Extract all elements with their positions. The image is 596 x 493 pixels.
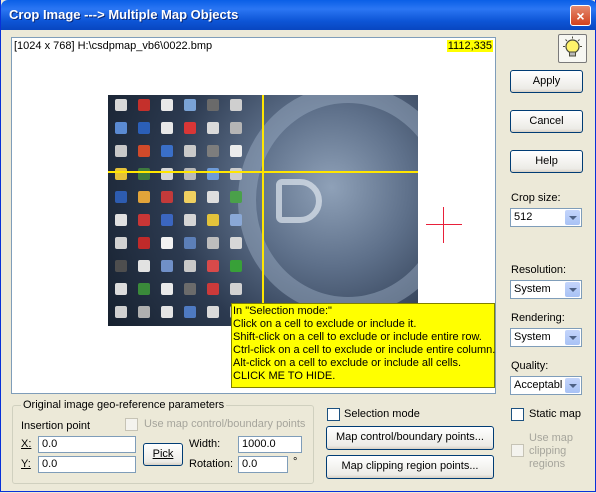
use-map-control-label: Use map control/boundary points — [144, 418, 306, 430]
y-label: Y: — [21, 458, 31, 470]
lightbulb-icon — [563, 36, 582, 57]
crop-size-label: Crop size: — [511, 192, 561, 204]
crop-size-value: 512 — [514, 211, 533, 223]
image-canvas[interactable]: [1024 x 768] H:\csdpmap_vb6\0022.bmp 111… — [11, 37, 496, 394]
width-label: Width: — [189, 438, 221, 450]
title-bar[interactable]: Crop Image ---> Multiple Map Objects × — [1, 0, 596, 30]
hint-line: Click on a cell to exclude or include it… — [233, 318, 417, 330]
map-control-points-button[interactable]: Map control/boundary points... — [326, 426, 494, 450]
selection-mode-label: Selection mode — [344, 408, 420, 420]
crosshair-icon-vertical — [443, 207, 444, 243]
rendering-select[interactable]: System — [510, 328, 582, 347]
degree-symbol: ° — [293, 456, 298, 468]
use-map-clipping-checkbox[interactable] — [511, 444, 524, 457]
chevron-down-icon — [565, 378, 580, 393]
static-map-label: Static map — [529, 408, 581, 420]
map-clipping-points-button[interactable]: Map clipping region points... — [326, 455, 494, 479]
crop-size-select[interactable]: 512 — [510, 208, 582, 227]
dialog-window: Crop Image ---> Multiple Map Objects × [… — [0, 0, 596, 492]
rendering-value: System — [514, 331, 551, 343]
hint-line: Shift-click on a cell to exclude or incl… — [233, 331, 482, 343]
hint-line: Alt-click on a cell to exclude or includ… — [233, 357, 462, 369]
selection-mode-hint[interactable]: In "Selection mode:" Click on a cell to … — [231, 303, 495, 388]
use-map-clipping-label-2: clipping — [529, 445, 567, 457]
chevron-down-icon — [565, 210, 580, 225]
preview-ring — [238, 95, 418, 315]
x-input[interactable]: 0.0 — [38, 436, 136, 453]
insertion-point-label: Insertion point — [21, 420, 91, 432]
chevron-down-icon — [565, 330, 580, 345]
y-input[interactable]: 0.0 — [38, 456, 136, 473]
hint-line: Ctrl-click on a cell to exclude or inclu… — [233, 344, 496, 356]
use-map-control-checkbox[interactable] — [125, 418, 138, 431]
static-map-checkbox[interactable] — [511, 408, 524, 421]
selection-mode-checkbox[interactable] — [327, 408, 340, 421]
use-map-clipping-label-3: regions — [529, 458, 566, 470]
quality-value: Acceptabl — [514, 379, 563, 391]
close-button[interactable]: × — [570, 5, 591, 26]
x-label: X: — [21, 438, 32, 450]
preview-logo — [276, 179, 322, 223]
resolution-label: Resolution: — [511, 264, 567, 276]
lightbulb-button[interactable] — [558, 34, 587, 63]
close-icon: × — [576, 8, 585, 24]
width-input[interactable]: 1000.0 — [238, 436, 302, 453]
window-title: Crop Image ---> Multiple Map Objects — [9, 7, 239, 22]
resolution-select[interactable]: System — [510, 280, 582, 299]
georef-group-title: Original image geo-reference parameters — [21, 399, 227, 411]
help-button[interactable]: Help — [510, 150, 583, 173]
cursor-coordinates: 1112,335 — [446, 40, 493, 52]
image-path-label: [1024 x 768] H:\csdpmap_vb6\0022.bmp — [14, 40, 213, 52]
quality-label: Quality: — [511, 360, 549, 372]
pick-button[interactable]: Pick — [143, 443, 183, 466]
resolution-value: System — [514, 283, 551, 295]
cancel-button[interactable]: Cancel — [510, 110, 583, 133]
crosshair-icon — [426, 224, 462, 225]
grid-line-vertical — [262, 95, 264, 326]
rotation-input[interactable]: 0.0 — [238, 456, 288, 473]
quality-select[interactable]: Acceptabl — [510, 376, 582, 395]
hint-line: In "Selection mode:" — [233, 305, 332, 317]
apply-button[interactable]: Apply — [510, 70, 583, 93]
chevron-down-icon — [565, 282, 580, 297]
hint-line: CLICK ME TO HIDE. — [233, 370, 336, 382]
rendering-label: Rendering: — [511, 312, 565, 324]
rotation-label: Rotation: — [189, 458, 234, 470]
use-map-clipping-label-1: Use map — [529, 432, 574, 444]
desktop-icons — [112, 97, 252, 325]
